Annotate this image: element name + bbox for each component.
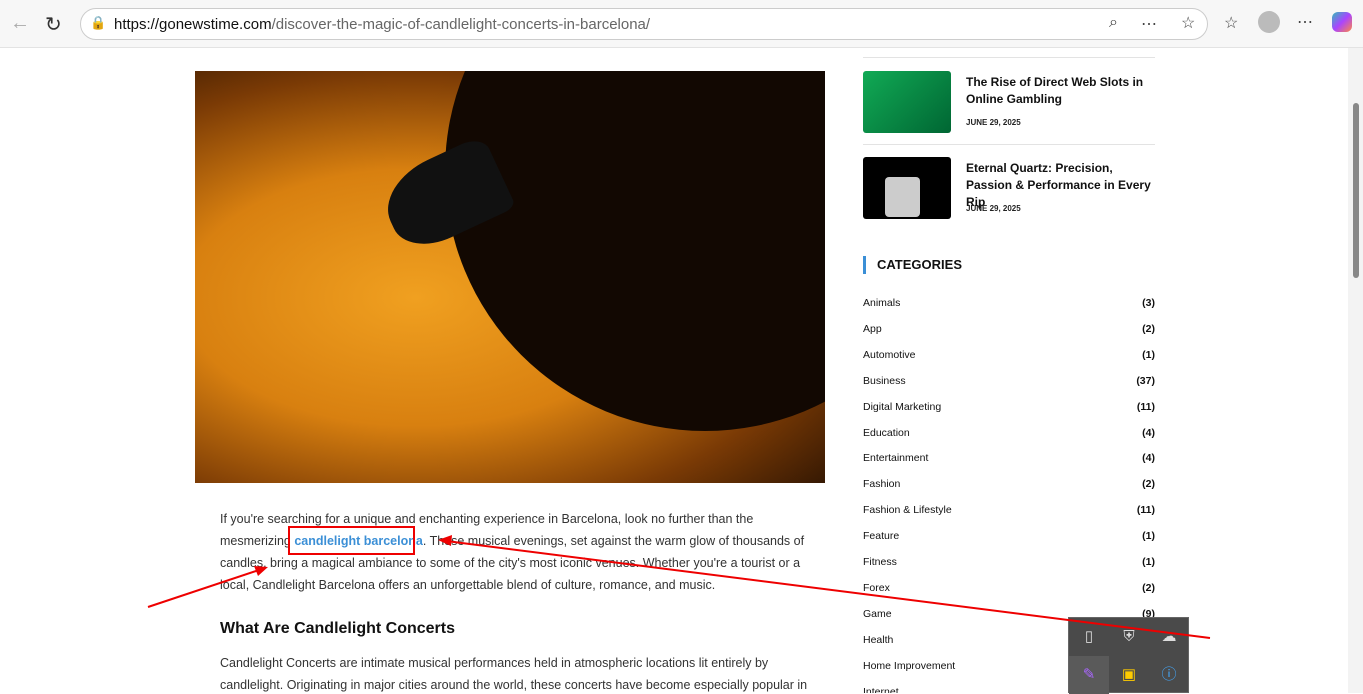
category-count: (1) bbox=[1142, 348, 1155, 361]
category-count: (11) bbox=[1136, 400, 1155, 413]
category-item[interactable]: Automotive (1) bbox=[863, 349, 1155, 365]
category-item[interactable]: Fitness (1) bbox=[863, 556, 1155, 572]
category-count: (3) bbox=[1142, 297, 1155, 309]
browser-toolbar: ← ↻ 🔒 https://gonewstime.com/discover-th… bbox=[0, 0, 1363, 48]
post-date: JUNE 29, 2025 bbox=[966, 118, 1021, 127]
url-domain: https://gonewstime.com bbox=[114, 16, 272, 33]
category-item[interactable]: Education (4) bbox=[863, 427, 1155, 443]
feather-icon[interactable]: ✎ bbox=[1069, 656, 1109, 694]
system-tray-overflow: ▯ ⛨ ☁ ✎ ▣ ⓘ bbox=[1068, 617, 1189, 694]
candlelight-concert-image bbox=[195, 71, 825, 483]
post-date: JUNE 29, 2025 bbox=[966, 204, 1021, 213]
refresh-icon[interactable]: ↻ bbox=[45, 12, 62, 37]
article-body: If you're searching for a unique and enc… bbox=[220, 508, 810, 693]
category-name[interactable]: Feature bbox=[863, 530, 899, 542]
security-warning-icon[interactable]: ⛨ bbox=[1109, 618, 1149, 656]
category-count: (4) bbox=[1142, 452, 1155, 465]
category-name[interactable]: Education bbox=[863, 427, 910, 439]
candlelight-barcelona-link[interactable]: candlelight barcelona bbox=[294, 534, 423, 548]
lock-icon[interactable]: 🔒 bbox=[90, 15, 106, 31]
copilot-icon[interactable] bbox=[1332, 12, 1352, 32]
category-name[interactable]: Automotive bbox=[863, 349, 916, 361]
category-count: (37) bbox=[1136, 374, 1155, 387]
web-page: If you're searching for a unique and enc… bbox=[0, 48, 1348, 693]
post-title[interactable]: The Rise of Direct Web Slots in Online G… bbox=[966, 74, 1155, 108]
zoom-icon[interactable]: ⌕ bbox=[1109, 14, 1118, 32]
category-name[interactable]: Forex bbox=[863, 582, 890, 594]
categories-heading: CATEGORIES bbox=[863, 256, 962, 274]
category-name[interactable]: Entertainment bbox=[863, 452, 928, 464]
favorite-star-icon[interactable]: ☆ bbox=[1181, 13, 1195, 33]
profile-avatar[interactable] bbox=[1258, 11, 1280, 33]
settings-more-icon[interactable]: ⋯ bbox=[1297, 12, 1313, 32]
section-heading: What Are Candlelight Concerts bbox=[220, 620, 455, 637]
category-name[interactable]: Fitness bbox=[863, 556, 897, 568]
section-paragraph: Candlelight Concerts are intimate musica… bbox=[220, 656, 808, 692]
category-name[interactable]: Digital Marketing bbox=[863, 401, 941, 413]
category-name[interactable]: App bbox=[863, 323, 882, 335]
category-name[interactable]: Animals bbox=[863, 297, 900, 309]
post-thumbnail[interactable] bbox=[863, 71, 951, 133]
media-player-icon[interactable]: ▣ bbox=[1109, 656, 1149, 694]
back-icon[interactable]: ← bbox=[10, 12, 30, 35]
more-tools-icon[interactable]: ⋯ bbox=[1141, 14, 1157, 34]
favorites-icon[interactable]: ☆ bbox=[1224, 13, 1238, 33]
url-path: /discover-the-magic-of-candlelight-conce… bbox=[271, 16, 651, 33]
address-bar[interactable]: 🔒 https://gonewstime.com/discover-the-ma… bbox=[80, 8, 1208, 40]
intro-paragraph: If you're searching for a unique and enc… bbox=[220, 512, 805, 592]
category-item[interactable]: Fashion (2) bbox=[863, 478, 1155, 494]
category-count: (2) bbox=[1142, 478, 1155, 491]
info-icon[interactable]: ⓘ bbox=[1149, 656, 1189, 694]
scrollbar[interactable] bbox=[1348, 48, 1363, 693]
category-count: (1) bbox=[1142, 556, 1155, 568]
category-item[interactable]: Forex (2) bbox=[863, 582, 1155, 598]
post-thumbnail[interactable] bbox=[863, 157, 951, 219]
category-count: (1) bbox=[1142, 530, 1155, 543]
category-item[interactable]: Feature (1) bbox=[863, 530, 1155, 546]
category-name[interactable]: Fashion bbox=[863, 478, 900, 490]
category-item[interactable]: Digital Marketing (11) bbox=[863, 401, 1155, 417]
category-item[interactable]: Animals (3) bbox=[863, 297, 1155, 313]
category-count: (11) bbox=[1136, 504, 1155, 517]
category-item[interactable]: App (2) bbox=[863, 323, 1155, 339]
category-name[interactable]: Business bbox=[863, 375, 906, 387]
category-name[interactable]: Internet bbox=[863, 686, 899, 694]
category-name[interactable]: Home Improvement bbox=[863, 660, 955, 672]
cloud-off-icon[interactable]: ☁ bbox=[1149, 618, 1189, 656]
category-count: (2) bbox=[1142, 322, 1155, 335]
category-name[interactable]: Health bbox=[863, 634, 893, 646]
category-count: (2) bbox=[1142, 581, 1155, 594]
category-name[interactable]: Game bbox=[863, 608, 892, 620]
category-item[interactable]: Entertainment (4) bbox=[863, 452, 1155, 468]
category-item[interactable]: Fashion & Lifestyle (11) bbox=[863, 504, 1155, 520]
category-name[interactable]: Fashion & Lifestyle bbox=[863, 504, 952, 516]
category-count: (4) bbox=[1142, 426, 1155, 439]
category-item[interactable]: Business (37) bbox=[863, 375, 1155, 391]
usb-icon[interactable]: ▯ bbox=[1069, 618, 1109, 656]
